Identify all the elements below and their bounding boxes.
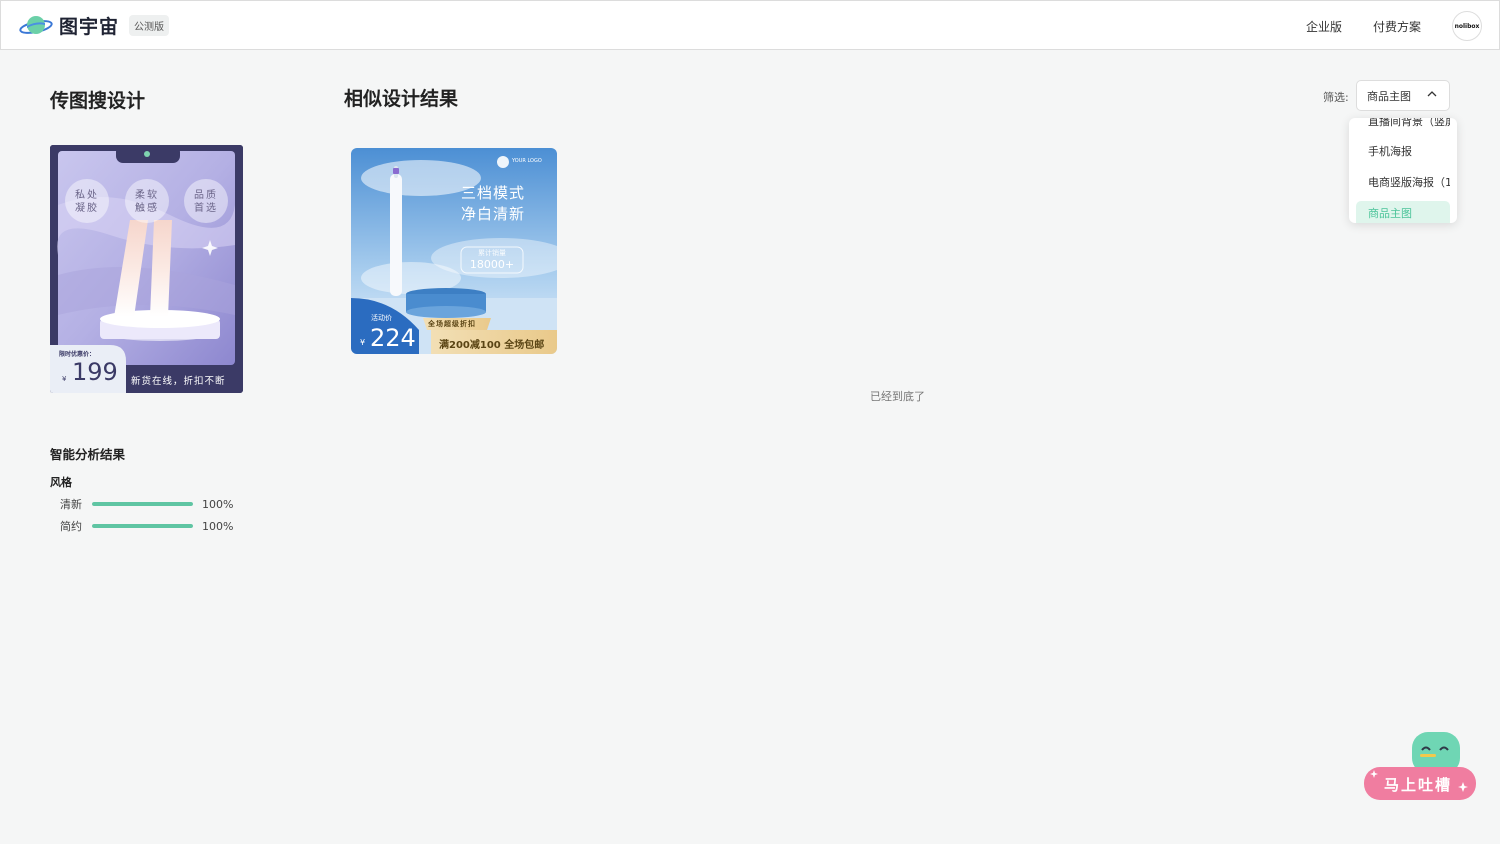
style-tag-row: 简约 100% — [60, 518, 233, 534]
logo-name: 图宇宙 — [59, 16, 120, 38]
image-tag-1: 私处凝胶 — [75, 190, 99, 214]
feedback-button[interactable]: 马上吐槽 — [1362, 730, 1478, 802]
style-tag-bar-fill — [92, 524, 193, 528]
style-tag-row: 清新 100% — [60, 496, 233, 512]
chevron-up-icon — [1427, 91, 1437, 97]
filter-option[interactable]: 手机海报 — [1356, 139, 1450, 165]
user-avatar[interactable]: nolibox — [1452, 11, 1482, 41]
filter-option[interactable]: 电商竖版海报（1: — [1356, 170, 1450, 196]
upload-search-title: 传图搜设计 — [50, 90, 146, 112]
style-tag-label: 清新 — [60, 498, 82, 511]
result-price-label: 活动价 — [371, 314, 392, 322]
result-headline-1: 三档模式 — [461, 184, 526, 202]
uploaded-image[interactable]: 私处凝胶 柔软触感 品质首选 限时优惠价： ¥ 199 新货在线，折扣不断 — [50, 145, 243, 393]
result-logo-text: YOUR LOGO — [512, 158, 542, 164]
style-tag-bar — [92, 502, 193, 506]
image-price-label: 限时优惠价： — [59, 351, 96, 358]
filter-dropdown: 直播间背景（竖屏 手机海报 电商竖版海报（1: 商品主图 — [1349, 118, 1457, 223]
end-of-results-text: 已经到底了 — [870, 390, 925, 403]
style-tag-bar-fill — [92, 502, 193, 506]
beta-badge: 公测版 — [129, 15, 170, 36]
nav-enterprise-link[interactable]: 企业版 — [1306, 18, 1342, 35]
style-tag-percent: 100% — [202, 497, 234, 511]
filter-option[interactable]: 直播间背景（竖屏 — [1356, 118, 1450, 135]
nav-pricing-link[interactable]: 付费方案 — [1373, 18, 1421, 35]
result-sales-label: 累计销量 — [478, 249, 506, 257]
result-currency: ¥ — [360, 338, 366, 347]
image-price: 199 — [72, 358, 118, 386]
analysis-title: 智能分析结果 — [50, 447, 126, 462]
filter-option-selected[interactable]: 商品主图 — [1356, 201, 1450, 223]
style-group-title: 风格 — [50, 476, 72, 489]
filter-selected-value: 商品主图 — [1367, 89, 1411, 103]
style-tag-percent: 100% — [202, 519, 234, 533]
style-tag-bar — [92, 524, 193, 528]
image-tag-3: 品质首选 — [194, 190, 218, 214]
feedback-label: 马上吐槽 — [1384, 776, 1453, 794]
result-headline-2: 净白清新 — [461, 205, 526, 223]
image-slogan: 新货在线，折扣不断 — [131, 376, 226, 387]
style-tag-label: 简约 — [60, 520, 82, 533]
filter-select[interactable]: 商品主图 — [1356, 80, 1450, 111]
filter-label: 筛选: — [1323, 91, 1349, 104]
result-promo: 满200减100 全场包邮 — [439, 340, 545, 351]
image-currency: ¥ — [62, 375, 67, 383]
result-price: 224 — [370, 324, 416, 352]
image-tag-2: 柔软触感 — [135, 190, 159, 214]
result-card[interactable]: YOUR LOGO 三档模式 净白清新 累计销量 18000+ 活动价 ¥ 22… — [351, 148, 557, 354]
planet-logo-icon — [19, 15, 53, 34]
result-discount-tag: 全场超级折扣 — [428, 320, 476, 328]
logo[interactable]: 图宇宙 公测版 — [19, 12, 170, 39]
results-title: 相似设计结果 — [344, 88, 459, 110]
top-header: 图宇宙 公测版 企业版 付费方案 nolibox — [0, 0, 1500, 50]
result-sales-value: 18000+ — [469, 258, 515, 271]
